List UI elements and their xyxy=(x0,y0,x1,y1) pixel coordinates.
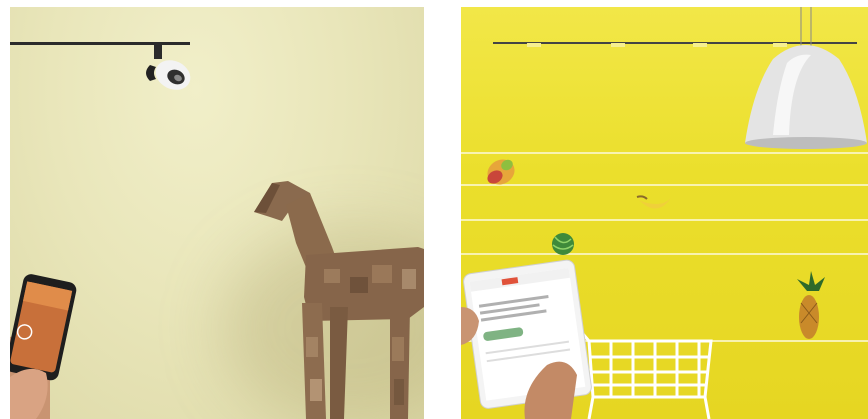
watermelon-icon xyxy=(552,233,574,255)
tablet-in-hand xyxy=(461,259,592,419)
left-scene-svg xyxy=(10,42,424,419)
right-scene-svg xyxy=(461,7,868,419)
right-image-panel xyxy=(461,7,868,419)
pendant-lamp-icon xyxy=(745,7,867,149)
pineapple-icon xyxy=(797,271,825,339)
ceiling-track xyxy=(10,42,190,45)
left-image-panel xyxy=(10,7,424,419)
banana-icon xyxy=(636,195,671,209)
wooden-horse-sculpture xyxy=(254,181,424,419)
smartphone-in-hand xyxy=(10,274,77,419)
track-spotlight-icon xyxy=(146,43,191,90)
